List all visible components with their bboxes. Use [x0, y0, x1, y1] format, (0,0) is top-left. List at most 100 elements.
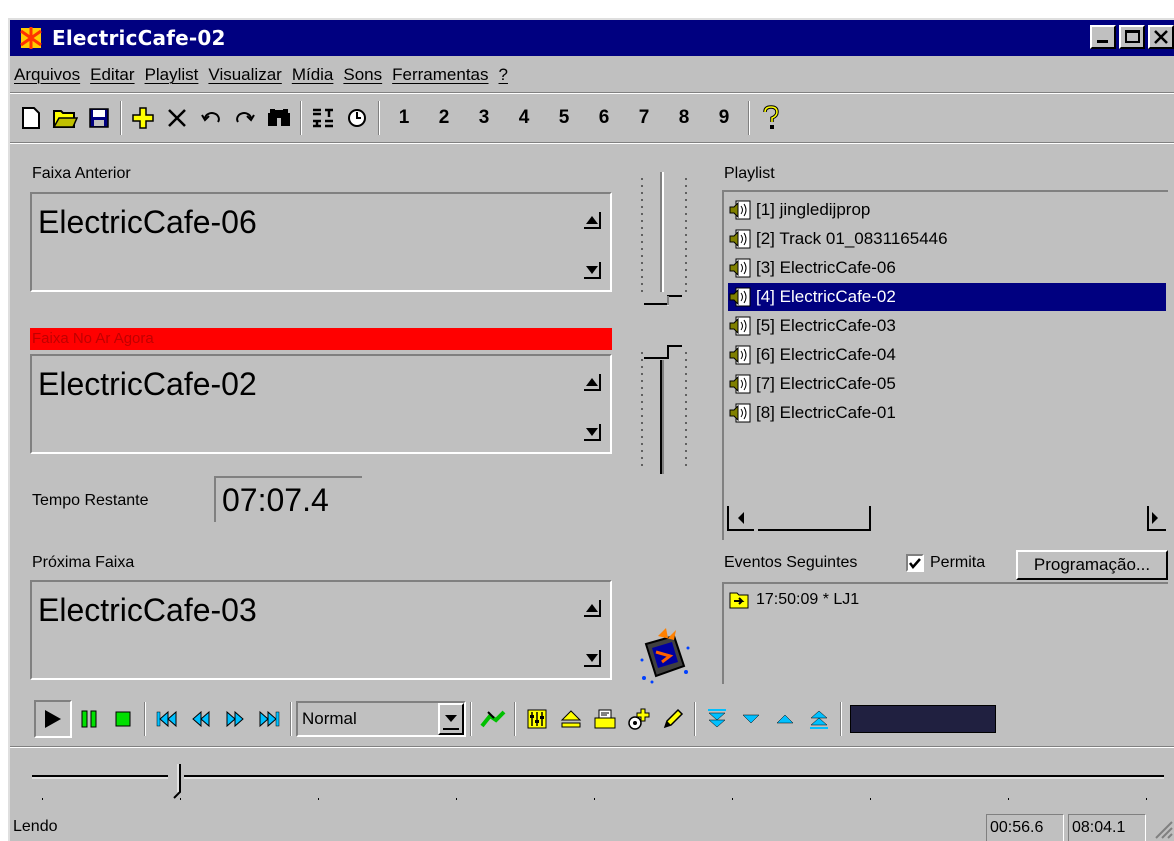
delete-icon[interactable] — [160, 101, 194, 135]
transport-separator — [10, 746, 1174, 748]
preset-7-button[interactable]: 7 — [624, 101, 664, 135]
menu-arquivos[interactable]: Arquivos — [10, 65, 85, 85]
playlist-item[interactable]: [2] Track 01_0831165446 — [728, 225, 948, 253]
crossfade-icon[interactable] — [476, 702, 510, 736]
dropdown-arrow-icon[interactable] — [438, 703, 464, 735]
new-file-icon[interactable] — [14, 101, 48, 135]
stop-icon[interactable] — [106, 702, 140, 736]
cd-icon[interactable] — [588, 702, 622, 736]
playlist-item-label: [1] jingledijprop — [756, 200, 871, 219]
add-icon[interactable] — [126, 101, 160, 135]
next-track-label: Próxima Faixa — [32, 554, 135, 571]
schedule-button[interactable]: Programação... — [1016, 550, 1168, 580]
preset-1-button[interactable]: 1 — [384, 101, 424, 135]
mixer-icon[interactable] — [520, 702, 554, 736]
resize-grip-icon[interactable] — [1152, 818, 1174, 840]
scroll-down-icon[interactable] — [582, 260, 602, 280]
next-track-box: ElectricCafe-03 — [30, 580, 612, 680]
playlist-item[interactable]: [1] jingledijprop — [728, 196, 870, 224]
edit-pencil-icon[interactable] — [656, 702, 690, 736]
menu-separator — [10, 92, 1174, 94]
audio-file-icon — [729, 229, 751, 249]
app-window: ElectricCafe-02 Arquivos Editar Playlist… — [8, 18, 1174, 841]
playlist-box: [1] jingledijprop [2] Track 01_083116544… — [722, 190, 1168, 540]
event-item[interactable]: 17:50:09 * LJ1 — [728, 586, 859, 614]
position-slider[interactable] — [30, 762, 1166, 802]
scroll-up-icon[interactable] — [582, 372, 602, 392]
remaining-time-display: 07:07.4 — [214, 476, 362, 522]
skip-start-icon[interactable] — [150, 702, 184, 736]
audio-file-icon — [729, 345, 751, 365]
preset-4-button[interactable]: 4 — [504, 101, 544, 135]
pause-icon[interactable] — [72, 702, 106, 736]
move-up-icon[interactable] — [768, 702, 802, 736]
menu-ferramentas[interactable]: Ferramentas — [387, 65, 493, 85]
clock-icon[interactable] — [340, 101, 374, 135]
minimize-button[interactable] — [1090, 25, 1116, 49]
audio-file-icon — [729, 287, 751, 307]
preset-6-button[interactable]: 6 — [584, 101, 624, 135]
playlist-item[interactable]: [5] ElectricCafe-03 — [728, 312, 896, 340]
audio-file-icon — [729, 403, 751, 423]
scroll-up-icon[interactable] — [582, 598, 602, 618]
playlist-item[interactable]: [8] ElectricCafe-01 — [728, 399, 896, 427]
level-meter — [850, 705, 996, 733]
status-text: Lendo — [13, 818, 58, 835]
fast-forward-icon[interactable] — [218, 702, 252, 736]
menu-help[interactable]: ? — [494, 65, 513, 85]
close-button[interactable] — [1148, 25, 1174, 49]
playlist-horizontal-scrollbar[interactable] — [724, 500, 1168, 536]
preset-5-button[interactable]: 5 — [544, 101, 584, 135]
rewind-icon[interactable] — [184, 702, 218, 736]
now-playing-box: ElectricCafe-02 — [30, 354, 612, 454]
save-icon[interactable] — [82, 101, 116, 135]
volume-slider-now[interactable] — [630, 332, 700, 482]
redo-icon[interactable] — [228, 101, 262, 135]
volume-slider-previous[interactable] — [630, 172, 700, 322]
allow-checkbox-box[interactable] — [906, 554, 924, 572]
audio-file-icon — [729, 258, 751, 278]
move-to-top-icon[interactable] — [802, 702, 836, 736]
event-item-label: 17:50:09 * LJ1 — [756, 591, 860, 608]
menu-midia[interactable]: Mídia — [287, 65, 339, 85]
total-time: 08:04.1 — [1068, 814, 1146, 841]
preset-3-button[interactable]: 3 — [464, 101, 504, 135]
menu-visualizar[interactable]: Visualizar — [203, 65, 286, 85]
find-binoculars-icon[interactable] — [262, 101, 296, 135]
move-down-icon[interactable] — [734, 702, 768, 736]
play-mode-value: Normal — [302, 709, 357, 728]
preset-9-button[interactable]: 9 — [704, 101, 744, 135]
open-folder-icon[interactable] — [48, 101, 82, 135]
playlist-item-selected[interactable]: [4] ElectricCafe-02 — [728, 283, 1166, 311]
next-track-name: ElectricCafe-03 — [38, 592, 257, 628]
playlist-item[interactable]: [7] ElectricCafe-05 — [728, 370, 896, 398]
playlist-item[interactable]: [6] ElectricCafe-04 — [728, 341, 896, 369]
allow-checkbox-label: Permita — [930, 554, 986, 571]
eject-icon[interactable] — [554, 702, 588, 736]
scroll-up-icon[interactable] — [582, 210, 602, 230]
menu-bar: Arquivos Editar Playlist Visualizar Mídi… — [10, 60, 513, 90]
menu-playlist[interactable]: Playlist — [140, 65, 204, 85]
skip-end-icon[interactable] — [252, 702, 286, 736]
menu-sons[interactable]: Sons — [338, 65, 387, 85]
check-icon — [909, 558, 921, 569]
shuffle-grid-icon[interactable] — [306, 101, 340, 135]
preset-8-button[interactable]: 8 — [664, 101, 704, 135]
play-icon[interactable] — [34, 700, 72, 738]
title-bar: ElectricCafe-02 — [10, 20, 1174, 56]
scroll-down-icon[interactable] — [582, 648, 602, 668]
allow-checkbox[interactable]: Permita — [906, 554, 985, 572]
playlist-item[interactable]: [3] ElectricCafe-06 — [728, 254, 896, 282]
remaining-time-label: Tempo Restante — [32, 492, 149, 509]
menu-editar[interactable]: Editar — [85, 65, 139, 85]
help-icon[interactable] — [754, 101, 788, 135]
play-mode-select[interactable]: Normal — [296, 701, 466, 737]
undo-icon[interactable] — [194, 101, 228, 135]
add-sound-icon[interactable] — [622, 702, 656, 736]
maximize-button[interactable] — [1119, 25, 1145, 49]
preset-2-button[interactable]: 2 — [424, 101, 464, 135]
previous-track-box: ElectricCafe-06 — [30, 192, 612, 292]
scroll-down-icon[interactable] — [582, 422, 602, 442]
on-air-bar: Faixa No Ar Agora — [30, 328, 612, 350]
move-to-bottom-icon[interactable] — [700, 702, 734, 736]
